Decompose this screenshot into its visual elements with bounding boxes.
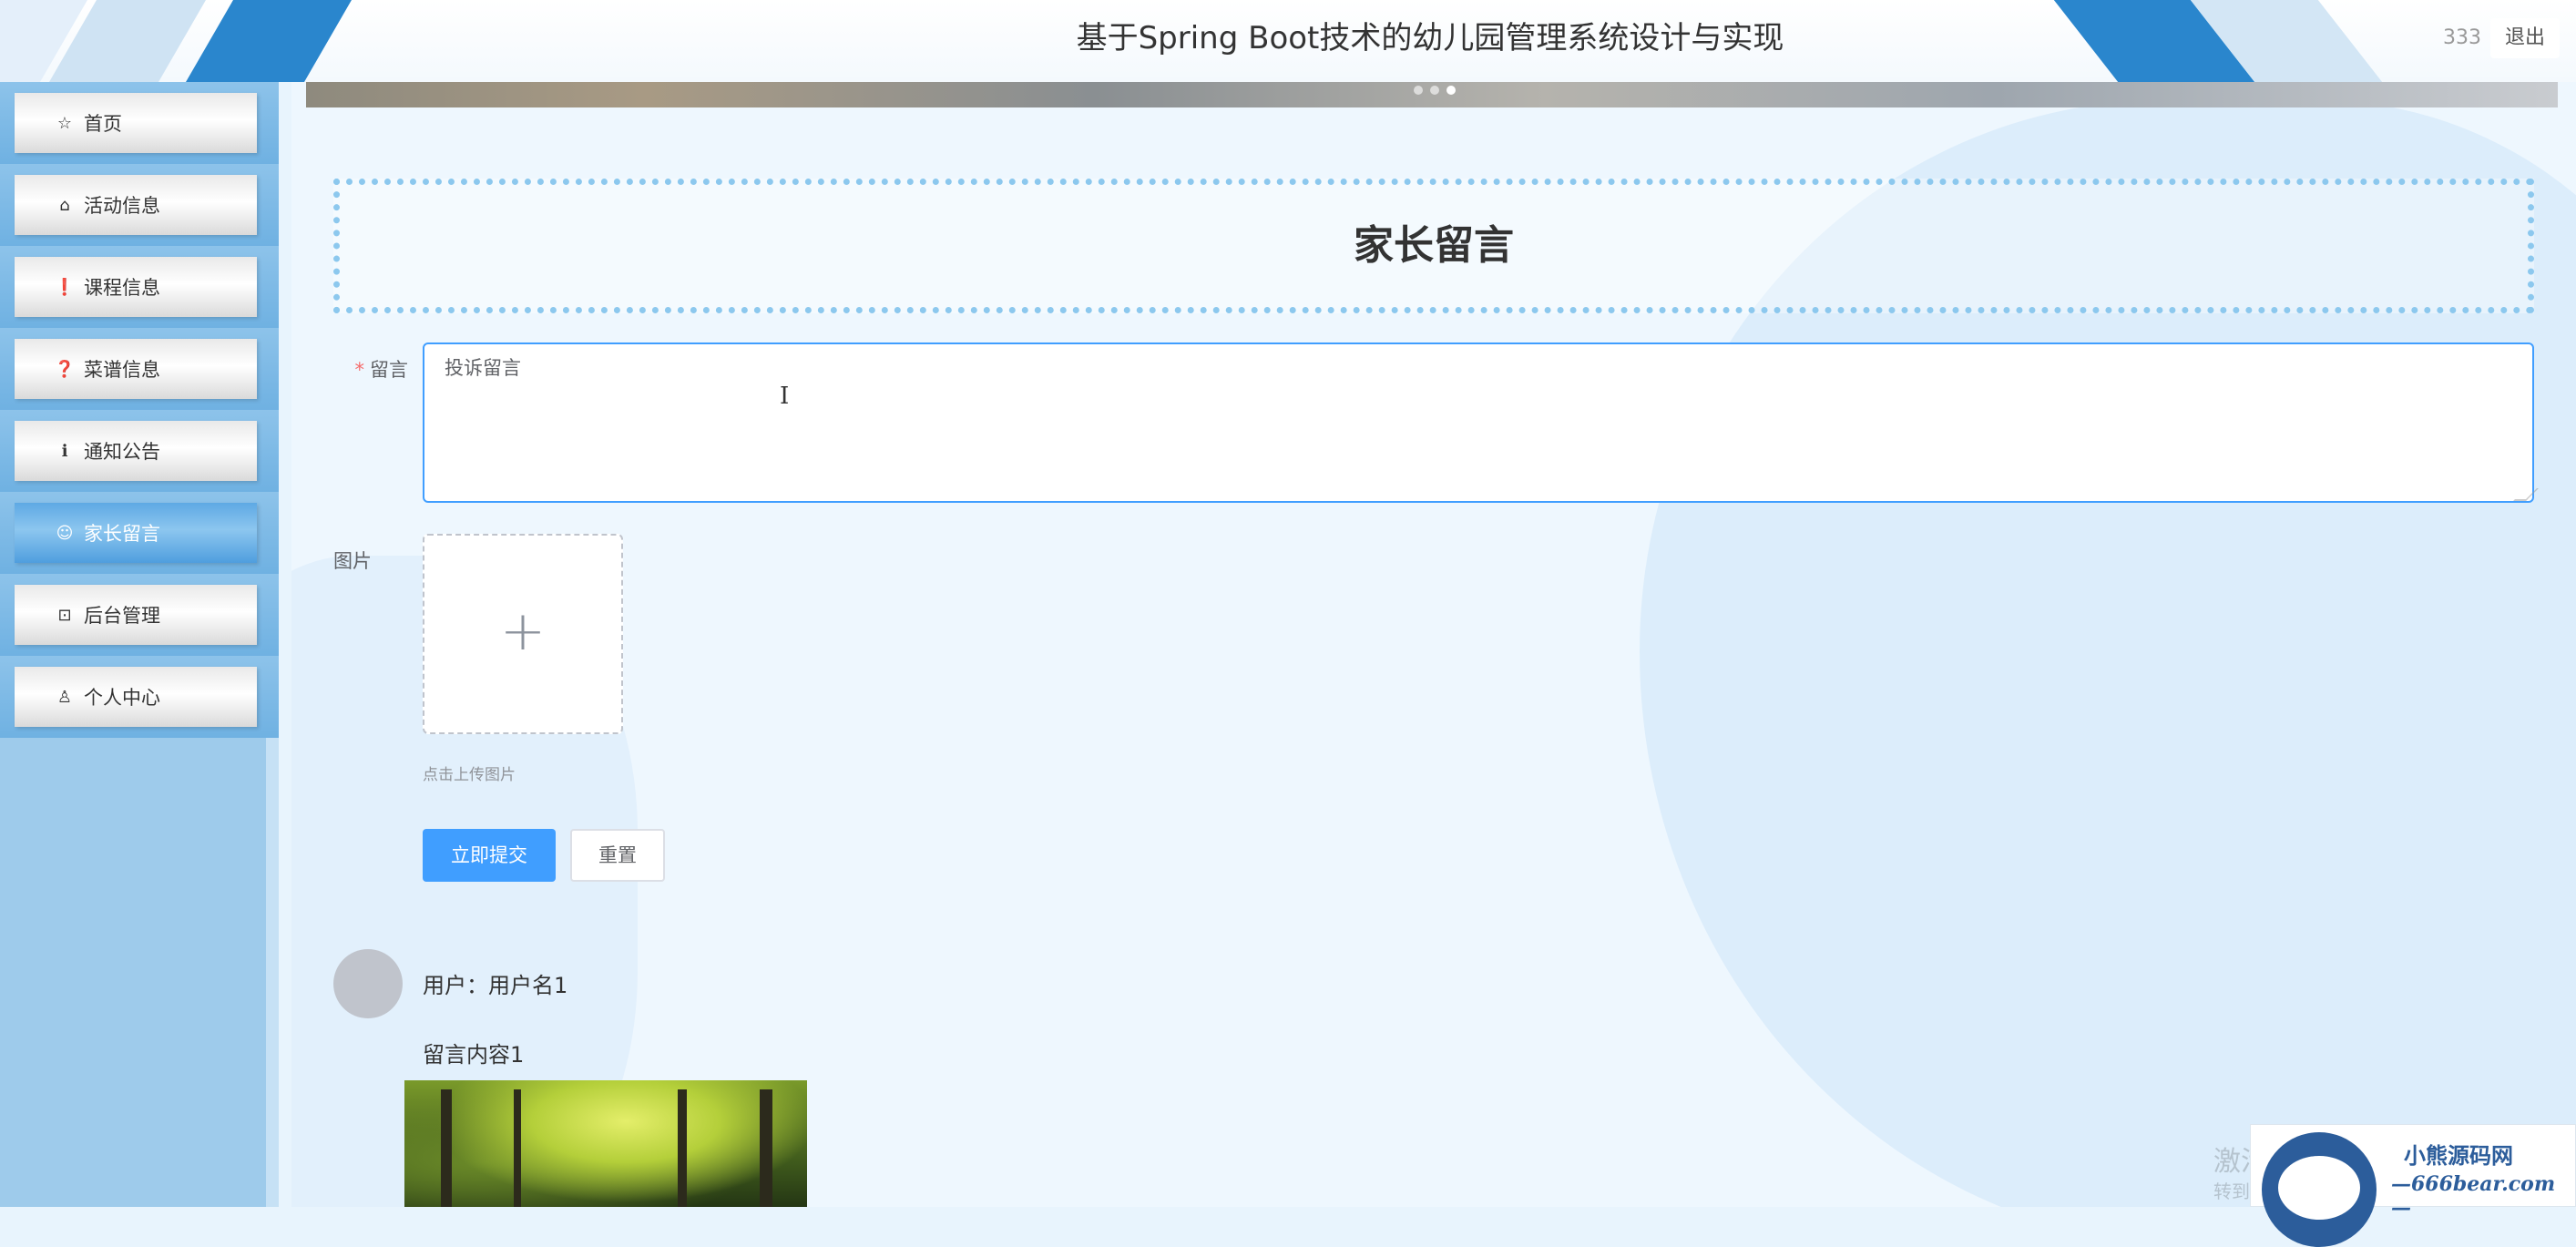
header-decoration <box>180 0 357 82</box>
reset-button[interactable]: 重置 <box>570 829 665 882</box>
photo-detail <box>760 1089 772 1207</box>
plus-icon: + <box>499 599 547 663</box>
photo-detail <box>441 1089 452 1207</box>
sidebar-item-notices[interactable]: ℹ 通知公告 <box>0 410 279 492</box>
carousel-dot-active[interactable] <box>1446 86 1456 95</box>
carousel-dot[interactable] <box>1414 86 1423 95</box>
text-cursor-icon: I <box>780 383 790 410</box>
site-watermark: 小熊源码网 —666bear.com— <box>2250 1124 2576 1247</box>
sidebar-item-profile[interactable]: ♙ 个人中心 <box>0 656 279 738</box>
sidebar-item-recipes[interactable]: ❓ 菜谱信息 <box>0 328 279 410</box>
sidebar-item-home[interactable]: ☆ 首页 <box>0 82 279 164</box>
sidebar-item-label: 通知公告 <box>84 441 160 463</box>
sidebar-item-label: 首页 <box>84 113 122 135</box>
star-icon: ☆ <box>56 113 73 133</box>
avatar <box>333 949 403 1018</box>
sidebar-item-label: 菜谱信息 <box>84 359 160 381</box>
comment-user: 用户：用户名1 <box>423 973 568 998</box>
sidebar-item-label: 家长留言 <box>84 523 160 545</box>
comment-image <box>404 1080 807 1207</box>
submit-button[interactable]: 立即提交 <box>423 829 556 882</box>
sidebar-item-button[interactable]: ☆ 首页 <box>15 93 257 153</box>
carousel-dot[interactable] <box>1430 86 1439 95</box>
sidebar-item-courses[interactable]: ❗ 课程信息 <box>0 246 279 328</box>
message-textarea[interactable]: 投诉留言 <box>423 342 2534 503</box>
header: 基于Spring Boot技术的幼儿园管理系统设计与实现 333 退出 <box>0 0 2576 82</box>
current-username: 333 <box>2443 26 2481 49</box>
photo-detail <box>678 1089 687 1207</box>
sidebar-item-label: 后台管理 <box>84 605 160 627</box>
sidebar-item-button[interactable]: ⊡ 后台管理 <box>15 585 257 645</box>
photo-detail <box>514 1089 521 1207</box>
required-marker: * <box>354 359 365 381</box>
comment-content: 留言内容1 <box>423 1042 525 1068</box>
main-content: 家长留言 * 留言 投诉留言 I 图片 + 点击上传图片 立即提交 重置 用户：用… <box>291 82 2576 1207</box>
watermark-name: 小熊源码网 <box>2404 1142 2513 1169</box>
message-label-text: 留言 <box>370 359 408 381</box>
sidebar-item-admin[interactable]: ⊡ 后台管理 <box>0 574 279 656</box>
image-uploader[interactable]: + <box>423 534 623 734</box>
upload-tip: 点击上传图片 <box>423 766 516 784</box>
smile-icon: ☺ <box>56 523 74 543</box>
bear-face-icon <box>2278 1156 2360 1220</box>
bag-icon: ⌂ <box>59 195 70 215</box>
info-circle-icon: ℹ <box>61 441 68 461</box>
sidebar-item-label: 课程信息 <box>84 277 160 299</box>
sidebar-item-button[interactable]: ❗ 课程信息 <box>15 257 257 317</box>
sidebar-item-button[interactable]: ☺ 家长留言 <box>15 503 257 563</box>
activation-watermark-sub: 转到 <box>2213 1181 2250 1202</box>
sidebar-item-button[interactable]: ℹ 通知公告 <box>15 421 257 481</box>
page-title: 家长留言 <box>333 179 2534 313</box>
sidebar-item-activities[interactable]: ⌂ 活动信息 <box>0 164 279 246</box>
sidebar-item-button[interactable]: ❓ 菜谱信息 <box>15 339 257 399</box>
logout-button[interactable]: 退出 <box>2490 18 2560 58</box>
watermark-url: —666bear.com— <box>2391 1172 2556 1220</box>
question-circle-icon: ❓ <box>54 359 76 379</box>
user-icon: ♙ <box>56 687 73 707</box>
image-label: 图片 <box>333 550 372 572</box>
sidebar: ☆ 首页 ⌂ 活动信息 ❗ 课程信息 ❓ 菜谱信息 ℹ 通知公告 ☺ 家长留言 … <box>0 82 279 1207</box>
banner-image <box>306 82 2558 107</box>
message-label: * 留言 <box>333 355 409 383</box>
sidebar-item-parent-messages[interactable]: ☺ 家长留言 <box>0 492 279 574</box>
sidebar-item-button[interactable]: ♙ 个人中心 <box>15 667 257 727</box>
sidebar-item-label: 活动信息 <box>84 195 160 217</box>
briefcase-icon: ⊡ <box>57 605 72 625</box>
exclamation-circle-icon: ❗ <box>54 277 76 297</box>
sidebar-item-button[interactable]: ⌂ 活动信息 <box>15 175 257 235</box>
sidebar-item-label: 个人中心 <box>84 687 160 709</box>
